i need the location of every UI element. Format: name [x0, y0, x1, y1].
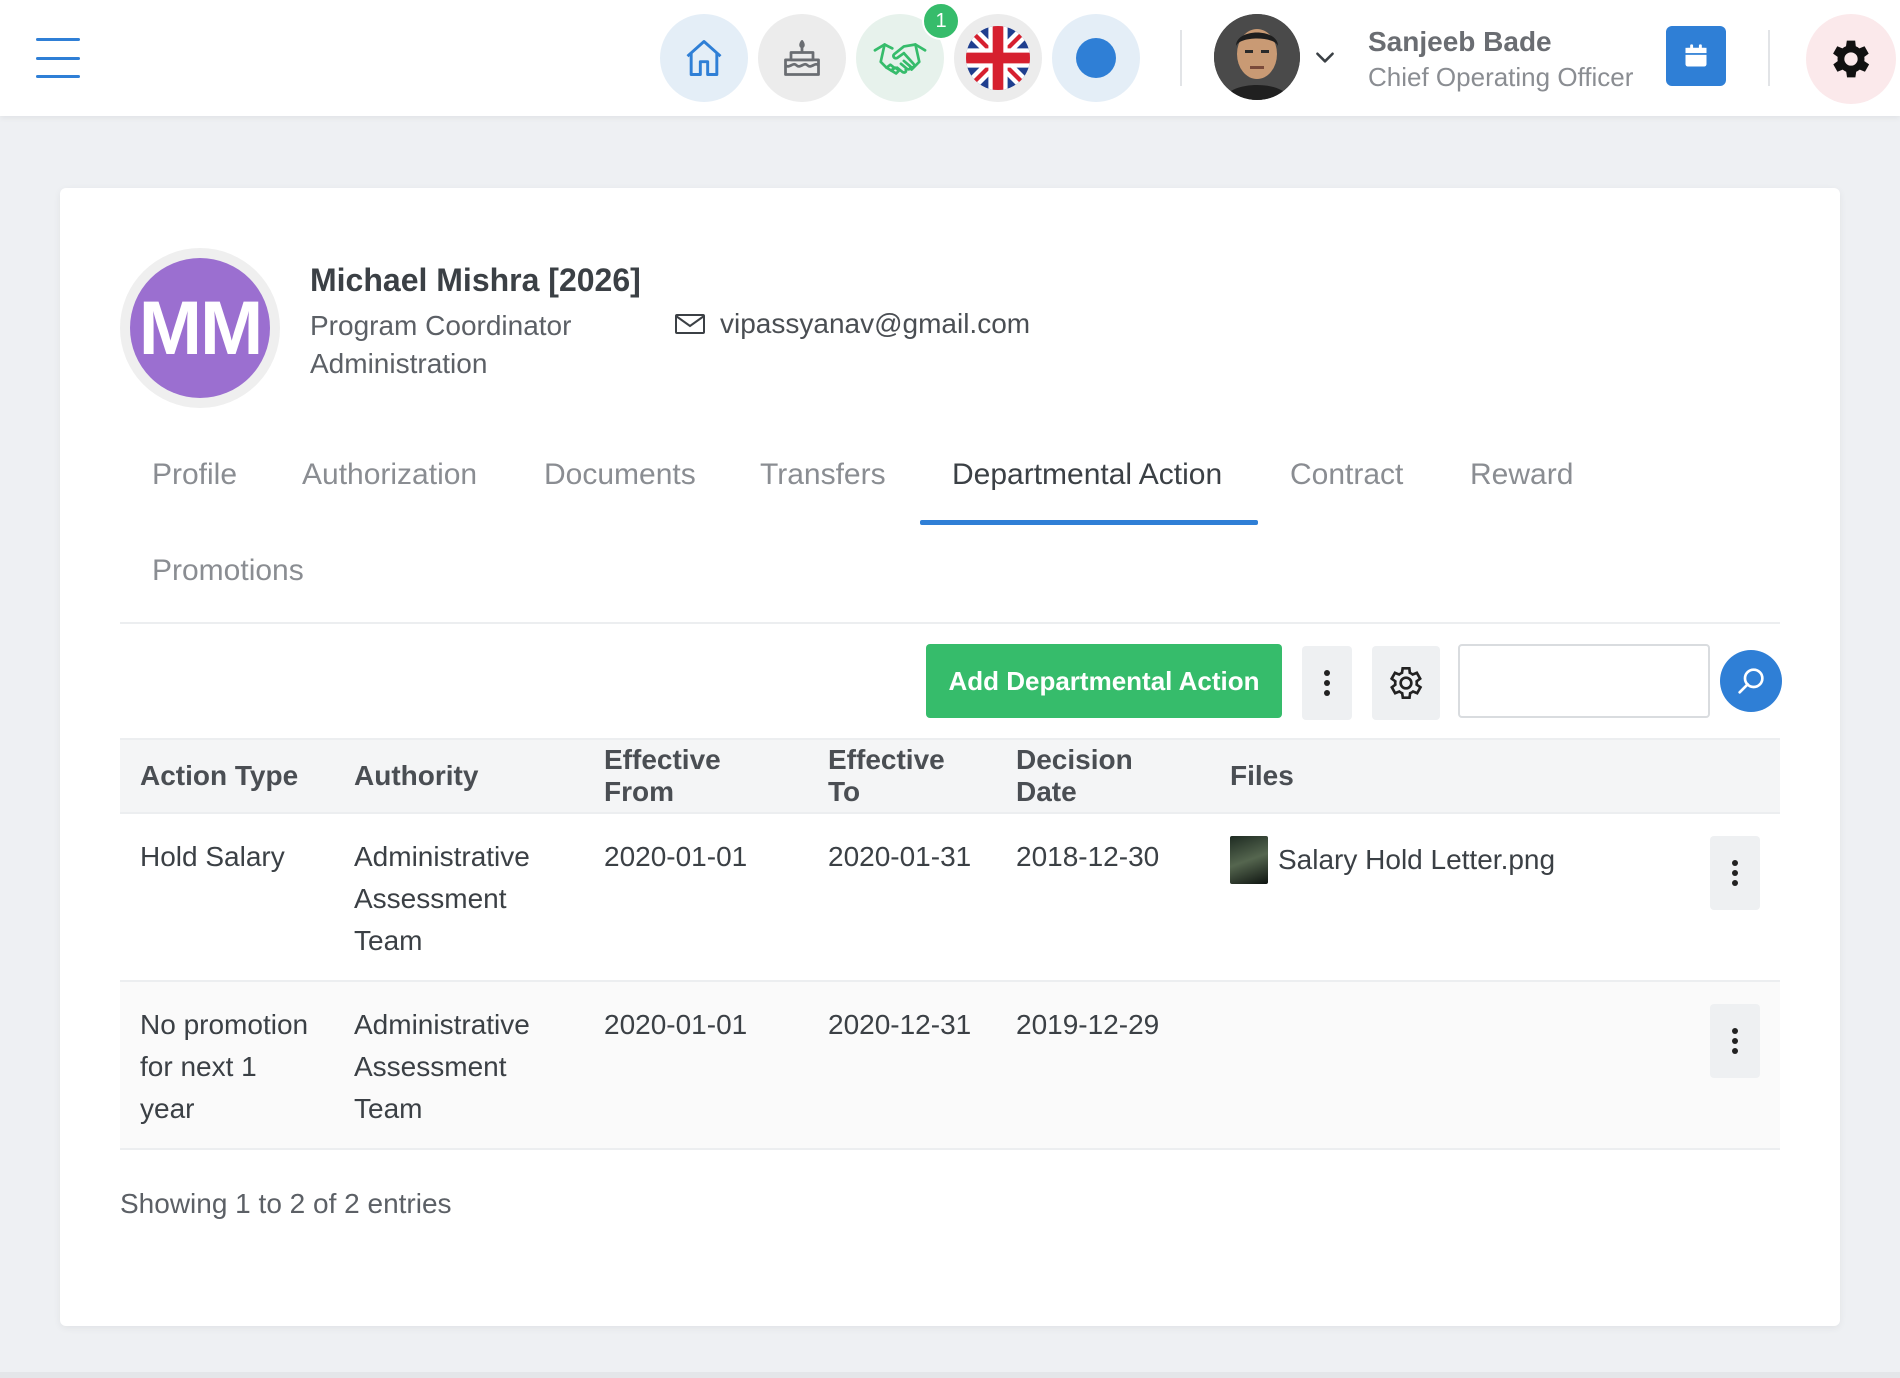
divider	[1768, 30, 1770, 86]
row-options-button[interactable]	[1710, 836, 1760, 910]
cell-files: Salary Hold Letter.png	[1210, 813, 1686, 982]
uk-flag-icon[interactable]	[954, 14, 1042, 102]
cell-authority: Administrative Assessment Team	[334, 813, 584, 982]
page-bottom-bar	[0, 1372, 1900, 1378]
cell-files	[1210, 981, 1686, 1150]
cell-effective-from: 2020-01-01	[584, 813, 808, 982]
cell-effective-from: 2020-01-01	[584, 981, 808, 1150]
column-settings-button[interactable]	[1372, 646, 1440, 720]
kebab-icon	[1324, 670, 1330, 696]
chevron-down-icon[interactable]	[1312, 44, 1338, 70]
header-effective-to[interactable]: Effective To	[808, 738, 996, 814]
employee-card: MM Michael Mishra [2026] Program Coordin…	[60, 188, 1840, 1326]
tab-transfers[interactable]: Transfers	[760, 458, 886, 492]
calendar-icon	[1685, 44, 1707, 67]
cell-row-actions	[1686, 813, 1780, 982]
employee-department: Administration	[310, 348, 488, 379]
employee-name: Michael Mishra [2026]	[310, 262, 641, 298]
table-row: Hold Salary Administrative Assessment Te…	[120, 813, 1780, 982]
gear-icon	[1389, 667, 1423, 699]
kebab-icon	[1732, 860, 1738, 886]
cake-icon[interactable]	[758, 14, 846, 102]
employee-title: Program Coordinator	[310, 310, 572, 341]
user-name: Sanjeeb Bade	[1368, 26, 1552, 57]
cell-row-actions	[1686, 981, 1780, 1150]
top-bar: 1 Sanjeeb Bade Chief Operating Officer	[0, 0, 1900, 116]
table-info: Showing 1 to 2 of 2 entries	[120, 1188, 452, 1219]
add-departmental-action-button[interactable]: Add Departmental Action	[926, 644, 1282, 718]
cell-authority: Administrative Assessment Team	[334, 981, 584, 1150]
cell-effective-to: 2020-01-31	[808, 813, 996, 982]
cell-effective-to: 2020-12-31	[808, 981, 996, 1150]
email-text: vipassyanav@gmail.com	[720, 308, 1031, 339]
departmental-action-table: Action Type Authority Effective From Eff…	[120, 738, 1780, 1150]
calendar-button[interactable]	[1666, 26, 1726, 86]
header-authority[interactable]: Authority	[334, 738, 584, 814]
table-header-row: Action Type Authority Effective From Eff…	[120, 738, 1780, 814]
file-thumbnail[interactable]	[1230, 836, 1268, 884]
tab-reward[interactable]: Reward	[1470, 458, 1573, 492]
cell-decision-date: 2019-12-29	[996, 981, 1210, 1150]
tab-profile[interactable]: Profile	[152, 458, 237, 492]
mail-icon	[675, 314, 705, 334]
more-options-button[interactable]	[1302, 646, 1352, 720]
divider	[1180, 30, 1182, 86]
tab-promotions[interactable]: Promotions	[152, 554, 304, 588]
user-role: Chief Operating Officer	[1368, 62, 1634, 92]
menu-icon[interactable]	[36, 38, 82, 78]
divider	[120, 622, 1780, 624]
user-avatar[interactable]	[1214, 14, 1300, 100]
employee-initials: MM	[130, 258, 270, 398]
header-files[interactable]: Files	[1210, 738, 1686, 814]
employee-email: vipassyanav@gmail.com	[674, 308, 1030, 340]
header-action-type[interactable]: Action Type	[120, 738, 334, 814]
cell-action-type: No promotion for next 1 year	[120, 981, 334, 1150]
active-tab-indicator	[920, 520, 1258, 525]
notification-badge: 1	[922, 2, 960, 40]
cell-decision-date: 2018-12-30	[996, 813, 1210, 982]
kebab-icon	[1732, 1028, 1738, 1054]
header-actions	[1686, 738, 1780, 814]
table-row: No promotion for next 1 year Administrat…	[120, 981, 1780, 1150]
file-name[interactable]: Salary Hold Letter.png	[1278, 839, 1555, 881]
search-button[interactable]	[1720, 650, 1782, 712]
search-input[interactable]	[1458, 644, 1710, 718]
row-options-button[interactable]	[1710, 1004, 1760, 1078]
search-icon	[1738, 668, 1764, 694]
header-decision-date[interactable]: Decision Date	[996, 738, 1210, 814]
file-link[interactable]: Salary Hold Letter.png	[1230, 836, 1666, 884]
settings-gear-icon[interactable]	[1806, 14, 1896, 104]
tab-contract[interactable]: Contract	[1290, 458, 1403, 492]
tab-departmental-action[interactable]: Departmental Action	[952, 458, 1222, 492]
cell-action-type: Hold Salary	[120, 813, 334, 982]
tab-documents[interactable]: Documents	[544, 458, 696, 492]
home-icon[interactable]	[660, 14, 748, 102]
tab-authorization[interactable]: Authorization	[302, 458, 477, 492]
status-dot-icon[interactable]	[1052, 14, 1140, 102]
header-effective-from[interactable]: Effective From	[584, 738, 808, 814]
employee-avatar: MM	[120, 248, 280, 408]
